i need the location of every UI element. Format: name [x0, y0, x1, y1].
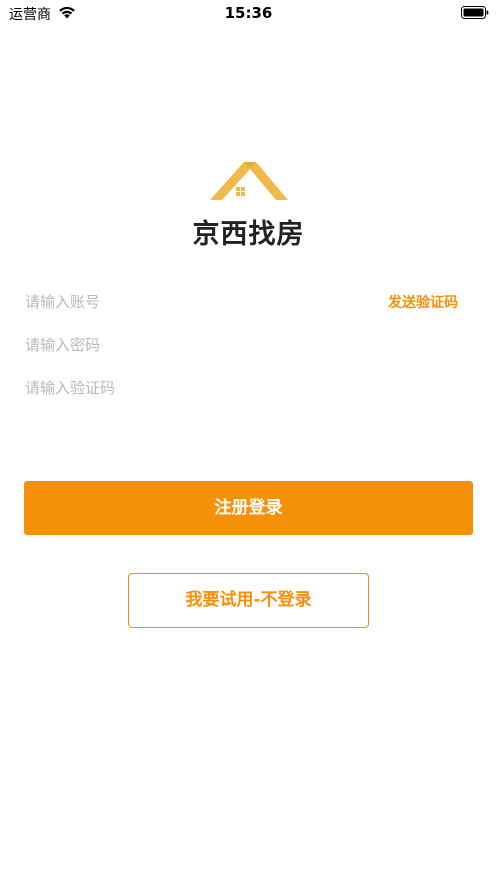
status-bar: 运营商 15:36: [0, 0, 497, 26]
verification-code-input[interactable]: [25, 374, 473, 402]
house-roof-logo-icon: [210, 162, 288, 200]
send-code-button[interactable]: 发送验证码: [388, 292, 458, 312]
register-login-button[interactable]: 注册登录: [24, 481, 473, 535]
battery-icon: [461, 6, 489, 19]
trial-without-login-button[interactable]: 我要试用-不登录: [128, 573, 369, 628]
brand-name: 京西找房: [192, 219, 305, 250]
status-time: 15:36: [224, 4, 273, 22]
password-input[interactable]: [25, 331, 473, 359]
account-input[interactable]: [25, 288, 365, 316]
